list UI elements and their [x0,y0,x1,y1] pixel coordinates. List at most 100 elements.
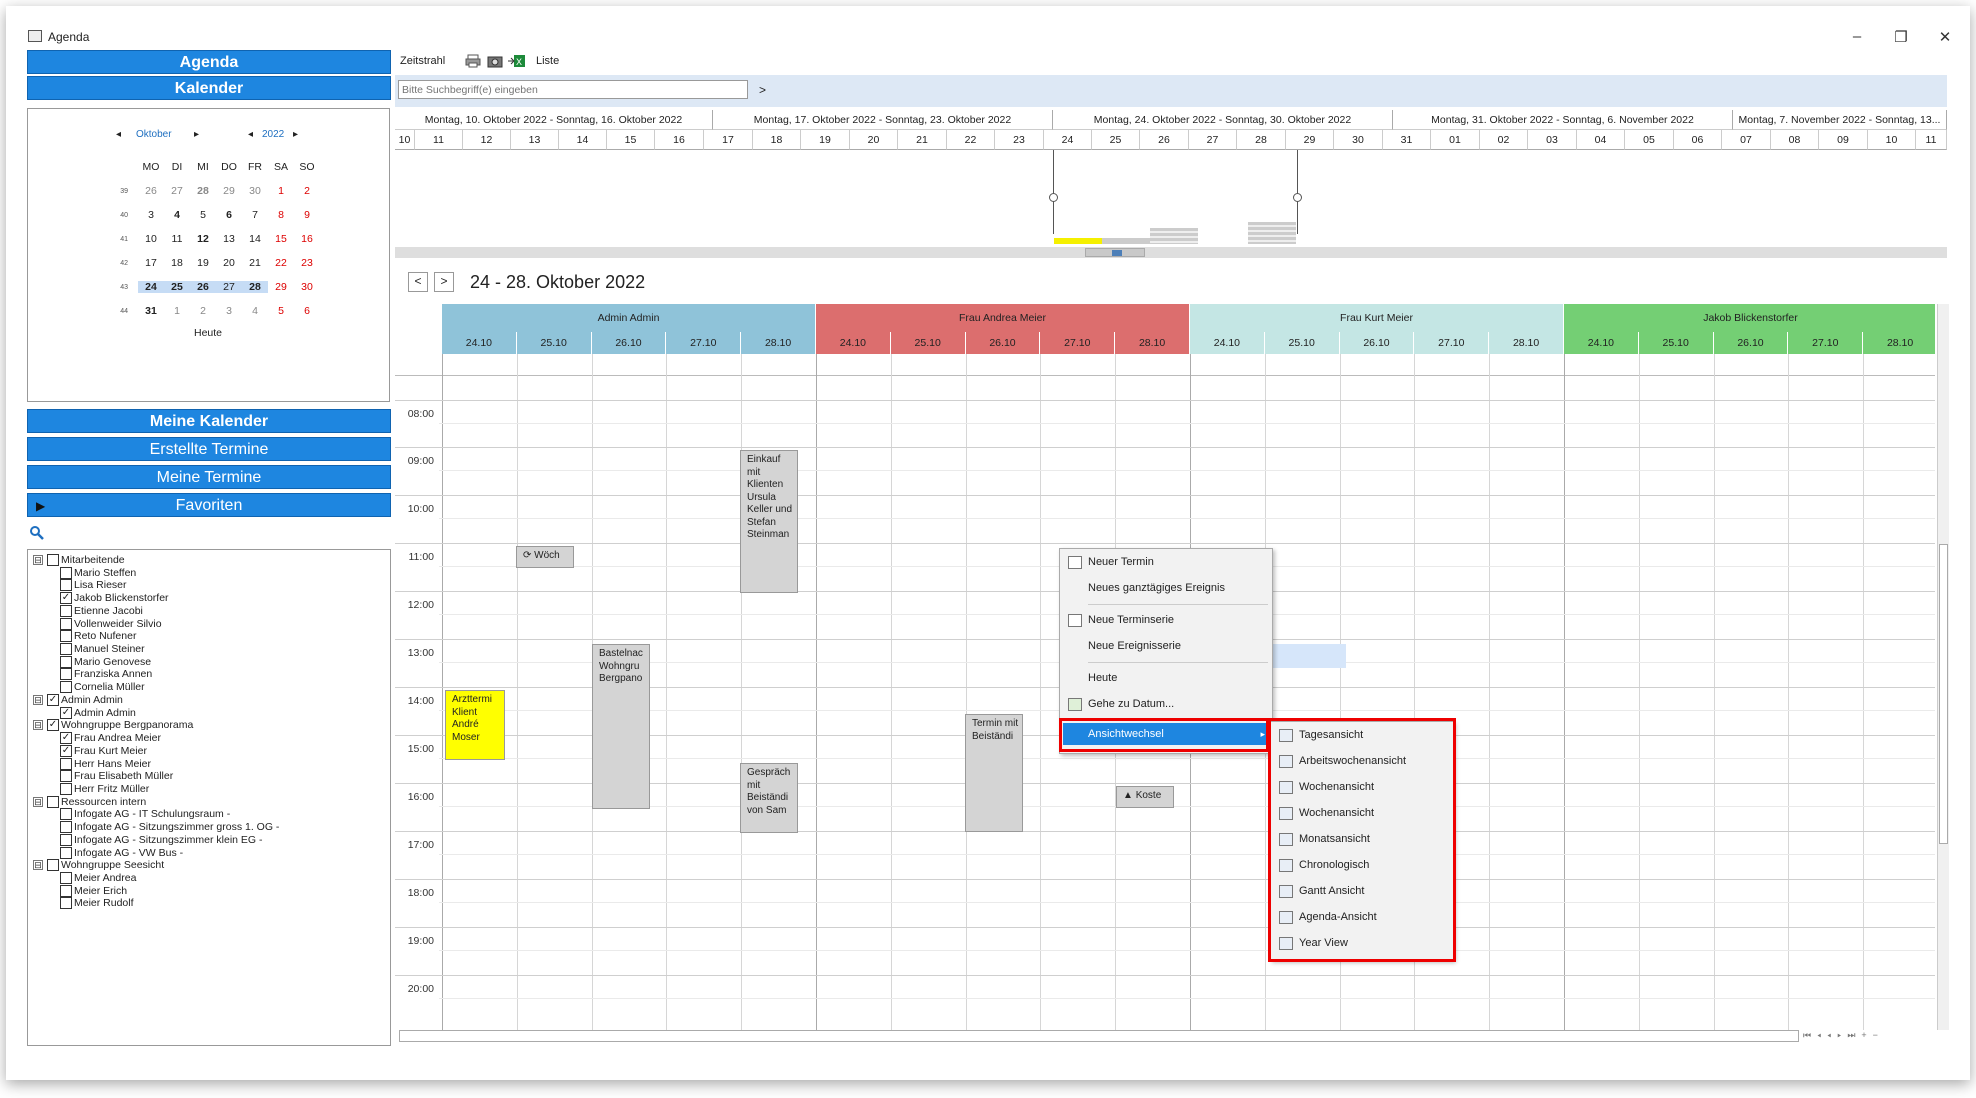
timeline-day[interactable]: 10 [395,130,415,150]
restore-button[interactable]: ❐ [1886,28,1916,46]
checkbox[interactable] [60,579,72,592]
timeline-day[interactable]: 26 [1140,130,1189,150]
checkbox[interactable] [60,782,72,795]
checkbox[interactable] [47,859,59,872]
timeline-day[interactable]: 16 [655,130,704,150]
calendar-day[interactable]: 9 [294,209,320,221]
checkbox[interactable] [60,643,72,656]
submenu-item[interactable]: Year View [1271,932,1453,954]
calendar-day[interactable]: 16 [294,233,320,245]
calendar-day[interactable]: 7 [242,209,268,221]
erstellte-termine-header[interactable]: Erstellte Termine [27,437,391,461]
prev-year-arrow[interactable]: ◂ [248,129,253,140]
submenu-item[interactable]: Wochenansicht [1271,776,1453,798]
submenu-item[interactable]: Gantt Ansicht [1271,880,1453,902]
search-input[interactable] [398,80,748,99]
menu-heute[interactable]: Heute [1060,667,1272,689]
collapse-icon[interactable]: ⊟ [33,694,43,705]
calendar-day[interactable]: 3 [138,209,164,221]
calendar-day[interactable]: 12 [190,233,216,245]
next-month-arrow[interactable]: ▸ [194,129,199,140]
calendar-day[interactable]: 13 [216,233,242,245]
checkbox[interactable] [60,897,72,910]
timeline-day[interactable]: 11 [1916,130,1947,150]
timeline-day[interactable]: 18 [753,130,801,150]
appointment[interactable]: Gespräch mit Beiständi von Sam [740,763,798,833]
calendar-day[interactable]: 26 [190,281,216,293]
timeline-day[interactable]: 13 [511,130,559,150]
timeline-day[interactable]: 02 [1480,130,1528,150]
day-header[interactable]: 24.10 [1564,332,1639,354]
day-header[interactable]: 27.10 [1788,332,1864,354]
day-header[interactable]: 26.10 [591,332,667,354]
calendar-day[interactable]: 6 [294,305,320,317]
minimize-button[interactable]: – [1842,28,1872,45]
submenu-item[interactable]: Tagesansicht [1271,724,1453,746]
calendar-day[interactable]: 4 [242,305,268,317]
calendar-day[interactable]: 26 [138,185,164,197]
favoriten-header[interactable]: ▶ Favoriten [27,493,391,517]
timeline-day[interactable]: 11 [415,130,463,150]
timeline-day[interactable]: 14 [559,130,607,150]
day-header[interactable]: 27.10 [1040,332,1116,354]
calendar-day[interactable]: 25 [164,281,190,293]
range-handle-right[interactable] [1293,193,1302,202]
day-header[interactable]: 27.10 [666,332,742,354]
day-header[interactable]: 25.10 [890,332,966,354]
tree-item[interactable]: Meier Rudolf [60,896,134,910]
calendar-day[interactable]: 20 [216,257,242,269]
menu-neuer-termin[interactable]: Neuer Termin [1060,551,1272,573]
calendar-day[interactable]: 30 [294,281,320,293]
export-excel-icon[interactable]: X [508,54,526,68]
checkbox[interactable]: ✓ [47,693,59,706]
zeitstrahl-button[interactable]: Zeitstrahl [400,55,445,67]
checkbox[interactable] [60,668,72,681]
meine-termine-header[interactable]: Meine Termine [27,465,391,489]
calendar-day[interactable]: 30 [242,185,268,197]
timeline-range-start[interactable] [1053,150,1054,234]
appointment[interactable]: Termin mit Beiständi [965,714,1023,832]
calendar-day[interactable]: 24 [138,281,164,293]
timeline-day[interactable]: 05 [1625,130,1674,150]
timeline-day[interactable]: 29 [1286,130,1334,150]
day-header[interactable]: 24.10 [1190,332,1265,354]
submenu-item[interactable]: Wochenansicht [1271,802,1453,824]
calendar-day[interactable]: 10 [138,233,164,245]
timeline-day[interactable]: 20 [850,130,898,150]
camera-icon[interactable] [487,54,503,68]
timeline-day[interactable]: 23 [995,130,1044,150]
group-header[interactable]: Frau Kurt Meier [1190,304,1564,332]
day-header[interactable]: 28.10 [1863,332,1935,354]
calendar-day[interactable]: 1 [164,305,190,317]
range-handle-left[interactable] [1049,193,1058,202]
search-go-button[interactable]: > [759,83,766,97]
prev-period-button[interactable]: < [408,272,428,292]
next-period-button[interactable]: > [434,272,454,292]
calendar-day[interactable]: 4 [164,209,190,221]
checkbox[interactable] [60,770,72,783]
group-header[interactable]: Admin Admin [442,304,816,332]
calendar-day[interactable]: 8 [268,209,294,221]
day-header[interactable]: 28.10 [1489,332,1564,354]
timeline-day[interactable]: 07 [1722,130,1771,150]
timeline-day[interactable]: 21 [898,130,947,150]
appointment[interactable]: Einkauf mit Klienten Ursula Keller und S… [740,450,798,593]
checkbox[interactable]: ✓ [60,706,72,719]
horizontal-scrollbar[interactable] [399,1030,1799,1042]
timeline-day[interactable]: 27 [1189,130,1237,150]
calendar-day[interactable]: 19 [190,257,216,269]
timeline-day[interactable]: 12 [463,130,511,150]
kalender-header[interactable]: Kalender [27,76,391,100]
submenu-item[interactable]: Chronologisch [1271,854,1453,876]
menu-terminserie[interactable]: Neue Terminserie [1060,609,1272,631]
day-header[interactable]: 28.10 [1115,332,1190,354]
checkbox[interactable]: ✓ [60,732,72,745]
collapse-icon[interactable]: ⊟ [33,555,43,565]
checkbox[interactable] [60,630,72,643]
menu-ansichtswechsel[interactable]: Ansichtwechsel ▸ [1063,723,1269,745]
group-header[interactable]: Frau Andrea Meier [816,304,1190,332]
selected-slot[interactable] [1272,644,1346,668]
calendar-day[interactable]: 14 [242,233,268,245]
checkbox[interactable] [60,617,72,630]
checkbox[interactable] [60,655,72,668]
